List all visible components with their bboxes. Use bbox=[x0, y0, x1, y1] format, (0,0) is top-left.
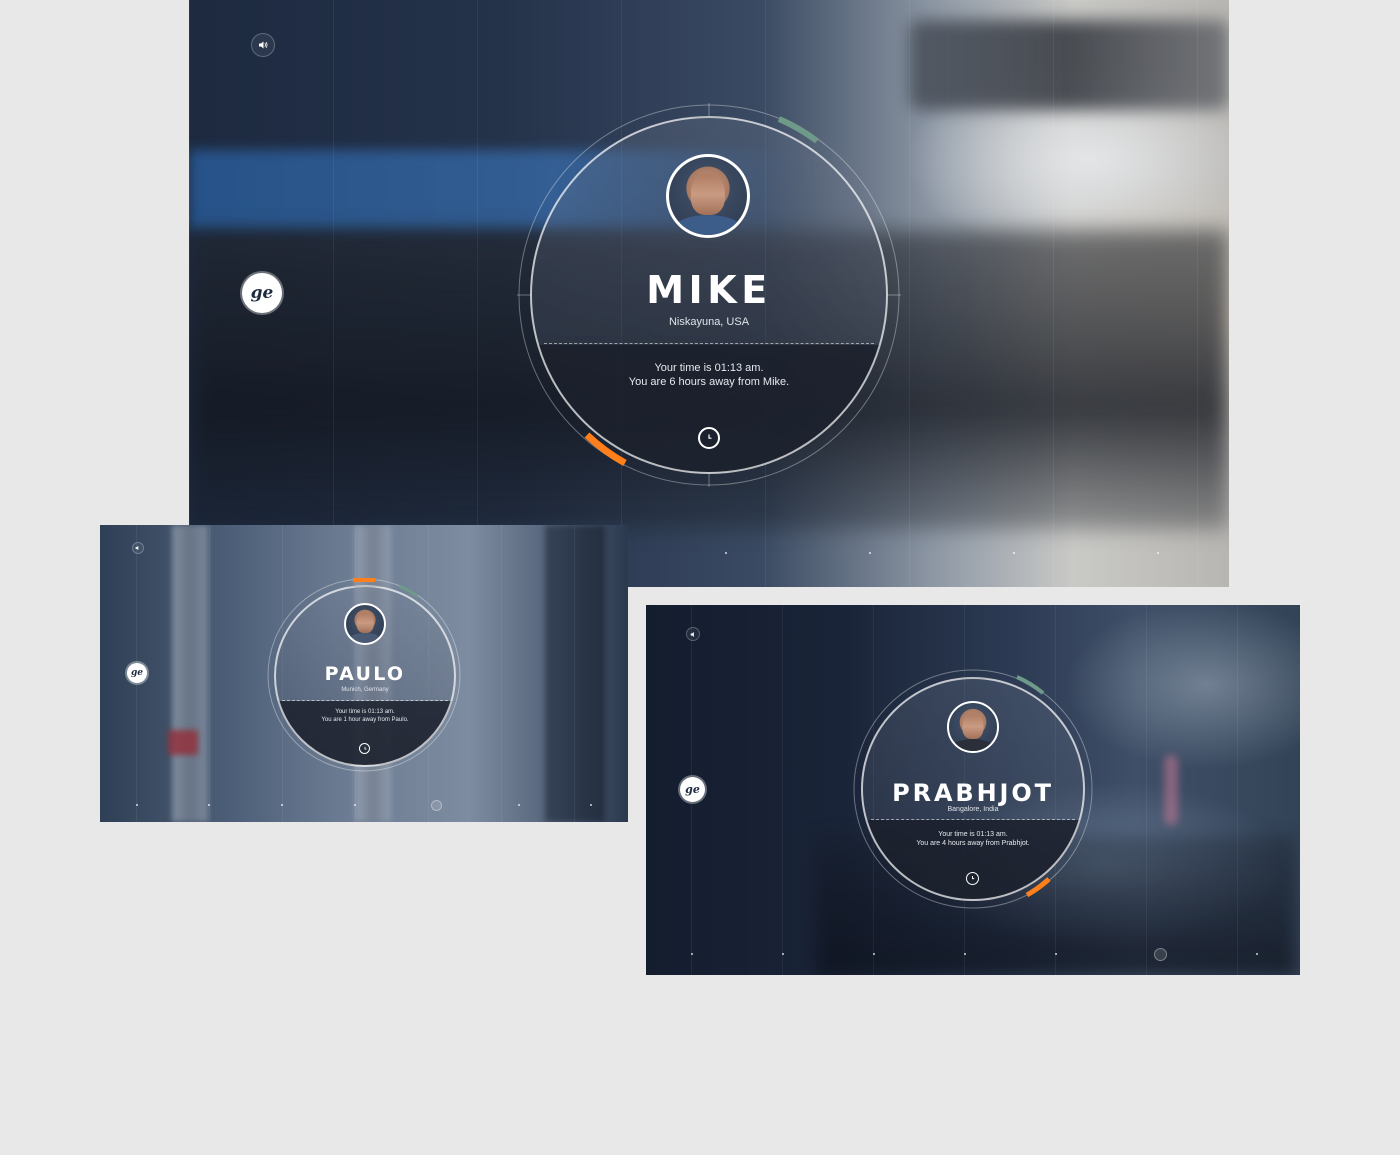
person-name: PRABHJOT bbox=[892, 779, 1054, 807]
nav-dot[interactable] bbox=[136, 804, 138, 806]
away-message: You are 6 hours away from Mike. bbox=[628, 376, 790, 388]
profile-card[interactable]: MIKE Niskayuna, USA Your time is 01:13 a… bbox=[530, 116, 888, 474]
logo-mark: ge bbox=[685, 783, 700, 796]
profile-card[interactable]: PAULO Munich, Germany Your time is 01:13… bbox=[274, 585, 456, 767]
person-widget: MIKE Niskayuna, USA Your time is 01:13 a… bbox=[517, 103, 901, 487]
person-location: Niskayuna, USA bbox=[668, 316, 750, 328]
divider bbox=[544, 343, 874, 344]
avatar bbox=[666, 154, 750, 238]
speaker-icon bbox=[690, 631, 694, 637]
clock-button[interactable] bbox=[698, 427, 720, 449]
clock-icon bbox=[708, 434, 712, 439]
nav-dot[interactable] bbox=[869, 552, 871, 554]
avatar bbox=[344, 603, 386, 645]
sound-button[interactable] bbox=[686, 627, 700, 641]
nav-dot-active[interactable] bbox=[431, 800, 442, 811]
divider bbox=[282, 700, 448, 701]
nav-dot[interactable] bbox=[1256, 953, 1258, 955]
nav-dot[interactable] bbox=[873, 953, 875, 955]
logo-mark: ge bbox=[130, 668, 144, 678]
divider bbox=[871, 819, 1075, 820]
nav-dot[interactable] bbox=[281, 804, 283, 806]
screen-paulo: ge PAULO Munich, Germany Your time is 01… bbox=[100, 525, 628, 822]
speaker-icon bbox=[259, 41, 268, 49]
nav-dot[interactable] bbox=[590, 804, 592, 806]
person-location: Munich, Germany bbox=[341, 687, 389, 693]
nav-dot-active[interactable] bbox=[1154, 948, 1167, 961]
ge-logo[interactable]: ge bbox=[680, 777, 705, 802]
profile-card[interactable]: PRABHJOT Bangalore, India Your time is 0… bbox=[861, 677, 1085, 901]
speaker-icon bbox=[135, 545, 139, 551]
ge-logo[interactable]: ge bbox=[242, 273, 282, 313]
person-name: PAULO bbox=[324, 663, 406, 685]
nav-dot[interactable] bbox=[964, 953, 966, 955]
sound-button[interactable] bbox=[132, 542, 144, 554]
nav-dot[interactable] bbox=[1157, 552, 1159, 554]
person-widget: PAULO Munich, Germany Your time is 01:13… bbox=[267, 578, 461, 772]
ge-logo[interactable]: ge bbox=[127, 663, 147, 683]
person-widget: PRABHJOT Bangalore, India Your time is 0… bbox=[853, 669, 1093, 909]
screen-prabhjot: ge PRABHJOT Bangalore, India Your time i… bbox=[646, 605, 1300, 975]
nav-dot[interactable] bbox=[725, 552, 727, 554]
logo-mark: ge bbox=[250, 283, 274, 303]
nav-dot[interactable] bbox=[208, 804, 210, 806]
away-message: You are 1 hour away from Paulo. bbox=[321, 717, 409, 723]
nav-dot[interactable] bbox=[691, 953, 693, 955]
screen-mike: ge MIKE Niskayuna, USA Your time is 01:1… bbox=[189, 0, 1229, 587]
away-message: You are 4 hours away from Prabhjot. bbox=[916, 840, 1030, 847]
sound-button[interactable] bbox=[251, 33, 275, 57]
nav-dot[interactable] bbox=[1013, 552, 1015, 554]
nav-dot[interactable] bbox=[354, 804, 356, 806]
person-location: Bangalore, India bbox=[947, 806, 999, 813]
avatar bbox=[947, 701, 999, 753]
nav-dot[interactable] bbox=[782, 953, 784, 955]
time-message: Your time is 01:13 am. bbox=[335, 709, 395, 715]
clock-icon bbox=[364, 746, 366, 750]
nav-dot[interactable] bbox=[1055, 953, 1057, 955]
clock-button[interactable] bbox=[359, 743, 370, 754]
time-message: Your time is 01:13 am. bbox=[654, 362, 764, 374]
clock-button[interactable] bbox=[966, 872, 979, 885]
clock-icon bbox=[972, 876, 975, 880]
person-name: MIKE bbox=[646, 268, 772, 312]
time-message: Your time is 01:13 am. bbox=[938, 831, 1008, 838]
nav-dot[interactable] bbox=[518, 804, 520, 806]
